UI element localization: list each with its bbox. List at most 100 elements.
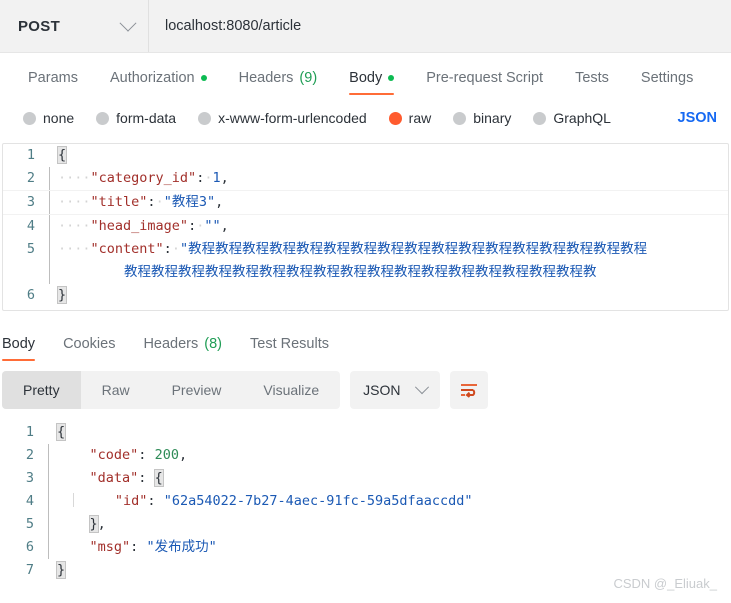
http-method-label: POST [18,17,61,35]
tab-authorization[interactable]: Authorization [94,70,223,99]
tab-settings[interactable]: Settings [625,70,709,99]
json-colon: : [163,241,172,257]
body-format-dropdown[interactable]: JSON [678,110,718,126]
radio-form-data-icon [96,111,110,125]
response-tab-test-results[interactable]: Test Results [236,336,343,363]
response-body-viewer[interactable]: 1 { 2 "code": 200, 3 "data": { 4 "id": "… [2,421,729,591]
tab-params[interactable]: Params [12,70,94,99]
tab-body[interactable]: Body [333,70,410,99]
tab-headers-count: (9) [299,70,318,86]
response-view-raw[interactable]: Raw [81,371,151,409]
response-view-preview-label: Preview [171,382,222,398]
response-view-visualize-label: Visualize [263,382,320,398]
json-key: "category_id" [90,170,197,186]
json-key: "data" [89,470,139,486]
json-key: "msg" [89,539,131,555]
json-value: "" [204,218,221,234]
json-key: "id" [114,493,148,509]
body-type-form-data[interactable]: form-data [85,110,187,126]
authorization-status-dot-icon [200,75,207,81]
request-url-input[interactable]: localhost:8080/article [149,0,731,52]
chevron-down-icon [414,380,429,395]
json-colon: : [188,218,197,234]
code-line: 1 { [2,421,729,444]
json-value: "教程教程教程教程教程教程教程教程教程教程教程教程教程教程教程教程教程 [179,241,648,257]
code-line: 4 "id": "62a54022-7b27-4aec-91fc-59a5dfa… [2,490,729,513]
body-status-dot-icon [388,75,395,81]
tab-body-label: Body [349,70,383,86]
indent-dots: ···· [58,218,91,234]
body-type-graphql[interactable]: GraphQL [522,110,622,126]
body-type-none[interactable]: none [12,110,85,126]
line-number: 5 [25,516,34,532]
json-value: 1 [212,170,221,186]
tab-tests-label: Tests [575,70,609,86]
response-tab-cookies-label: Cookies [63,336,116,352]
response-view-visualize[interactable]: Visualize [242,371,340,409]
json-colon: : [130,539,139,555]
response-tab-headers-count: (8) [204,336,222,352]
response-view-switcher: Pretty Raw Preview Visualize [2,371,341,409]
response-view-pretty-label: Pretty [23,382,60,398]
brace-close: } [55,561,67,579]
json-value: "发布成功" [146,539,217,555]
tab-headers[interactable]: Headers (9) [223,70,334,99]
word-wrap-icon [460,384,477,398]
body-type-none-label: none [43,110,75,126]
json-value: 200 [154,447,179,463]
response-view-preview[interactable]: Preview [151,371,243,409]
radio-none-icon [23,111,36,125]
http-method-selector[interactable]: POST [0,0,149,52]
response-view-pretty[interactable]: Pretty [2,371,81,409]
response-tab-body[interactable]: Body [0,336,49,363]
request-url-bar: POST localhost:8080/article [0,0,731,53]
brace-close: } [56,286,68,304]
body-type-binary[interactable]: binary [442,110,522,126]
json-colon: : [147,493,156,509]
response-view-raw-label: Raw [101,382,130,398]
line-number: 4 [25,493,34,509]
body-type-radio-group: none form-data x-www-form-urlencoded raw… [0,99,731,137]
response-tab-headers[interactable]: Headers (8) [129,336,236,363]
tab-tests[interactable]: Tests [559,70,625,99]
radio-urlencoded-icon [198,111,212,125]
response-tab-cookies[interactable]: Cookies [49,336,129,363]
brace-close-nested: } [88,515,99,533]
tab-params-label: Params [28,70,78,86]
json-colon: : [138,470,147,486]
json-comma: , [178,447,188,463]
space: · [155,194,164,210]
tab-settings-label: Settings [640,70,694,86]
word-wrap-button[interactable] [449,371,488,409]
code-line: 2 "code": 200, [2,444,729,467]
response-format-label: JSON [363,382,401,398]
json-colon: : [147,194,156,210]
body-type-urlencoded[interactable]: x-www-form-urlencoded [187,110,378,126]
response-tabs: Body Cookies Headers (8) Test Results [0,321,731,363]
response-tab-test-results-label: Test Results [250,336,329,352]
radio-graphql-icon [533,111,547,125]
line-number: 3 [26,194,35,210]
body-type-raw[interactable]: raw [378,110,443,126]
watermark: CSDN @_Eliuak_ [613,576,717,591]
json-value: "62a54022-7b27-4aec-91fc-59a5dfaaccdd" [163,493,473,509]
json-key: "code" [89,447,139,463]
line-number: 2 [26,170,35,186]
request-tabs: Params Authorization Headers (9) Body Pr… [0,53,731,99]
json-comma: , [97,516,106,532]
tab-pre-request-script[interactable]: Pre-request Script [410,70,559,99]
code-line-wrapped: 教程教程教程教程教程教程教程教程教程教程教程教程教程教程教程教程教程教 [3,261,728,284]
body-type-urlencoded-label: x-www-form-urlencoded [218,110,367,126]
json-comma: , [220,218,229,234]
code-line: 1 { [3,144,728,167]
brace-open-nested: { [153,469,164,487]
response-toolbar: Pretty Raw Preview Visualize JSON [0,363,731,417]
request-body-editor[interactable]: 1 { 2 ····"category_id":·1, 3 ····"title… [2,143,729,311]
json-value: "教程3" [163,194,216,210]
response-format-dropdown[interactable]: JSON [350,371,440,409]
body-type-binary-label: binary [473,110,512,126]
line-number: 3 [25,470,34,486]
response-tab-headers-label: Headers [143,336,199,352]
line-number: 6 [25,539,34,555]
tab-pre-request-script-label: Pre-request Script [426,70,544,86]
